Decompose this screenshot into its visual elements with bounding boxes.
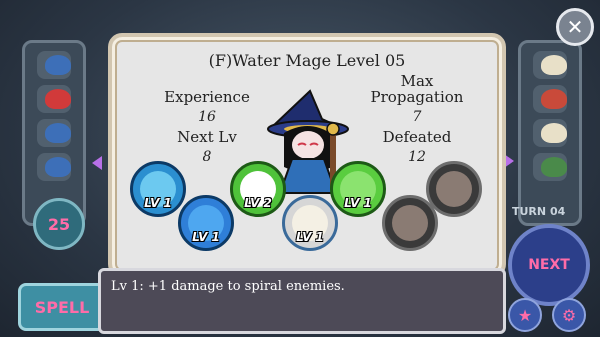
star-button[interactable]: ★ (508, 298, 542, 332)
skill-level: LV 1 (192, 230, 220, 244)
blue-creature-icon (45, 123, 71, 143)
red-creature-icon (541, 89, 567, 109)
skill-orb[interactable]: LV 1 (330, 161, 386, 217)
unit-slot[interactable] (37, 51, 71, 79)
right-unit-panel (518, 40, 582, 226)
close-button[interactable]: ✕ (556, 8, 594, 46)
counter-badge: 25 (33, 198, 85, 250)
max-propagation-label-line2: Propagation (370, 88, 464, 106)
max-propagation-value: 7 (412, 109, 422, 125)
skill-orb[interactable]: LV 1 (130, 161, 186, 217)
close-icon: ✕ (566, 15, 584, 39)
skill-orb[interactable]: LV 1 (282, 195, 338, 251)
green-creature-icon (541, 157, 567, 177)
blue-creature-icon (45, 55, 71, 75)
defeated-label: Defeated (382, 128, 452, 146)
skill-level: LV 1 (296, 230, 324, 244)
empty-skill-slot[interactable] (426, 161, 482, 217)
turn-indicator: TURN 04 (512, 205, 566, 218)
empty-slot-icon (436, 171, 472, 207)
spell-button[interactable]: SPELL (18, 283, 106, 331)
settings-button[interactable]: ⚙ (552, 298, 586, 332)
unit-slot[interactable] (533, 153, 567, 181)
skill-description: Lv 1: +1 damage to spiral enemies. (111, 279, 345, 294)
unit-title: (F)Water Mage Level 05 (208, 51, 406, 70)
skill-level: LV 1 (144, 196, 172, 210)
unit-slot[interactable] (533, 85, 567, 113)
unit-slot[interactable] (37, 153, 71, 181)
empty-slot-icon (392, 205, 428, 241)
skill-level: LV 2 (244, 196, 272, 210)
skill-orb[interactable]: LV 2 (230, 161, 286, 217)
skill-orb[interactable]: LV 1 (178, 195, 234, 251)
unit-slot[interactable] (533, 51, 567, 79)
unit-slot[interactable] (37, 85, 71, 113)
skill-level: LV 1 (344, 196, 372, 210)
white-creature-icon (541, 55, 567, 75)
gear-icon: ⚙ (561, 305, 577, 325)
skill-description-box: Lv 1: +1 damage to spiral enemies. (98, 268, 506, 334)
next-lv-label: Next Lv (177, 128, 237, 146)
unit-info-panel: (F)Water Mage Level 05 Experience 16 Nex… (108, 33, 506, 278)
arrow-left-icon[interactable] (92, 156, 102, 170)
next-button[interactable]: NEXT (508, 224, 590, 306)
blue-creature-icon (45, 157, 71, 177)
experience-value: 16 (198, 109, 216, 125)
white-creature-icon (541, 123, 567, 143)
unit-slot[interactable] (533, 119, 567, 147)
unit-slot[interactable] (37, 119, 71, 147)
experience-label: Experience (164, 88, 250, 106)
orb-cluster-icon (45, 89, 71, 109)
star-icon: ★ (517, 305, 533, 325)
